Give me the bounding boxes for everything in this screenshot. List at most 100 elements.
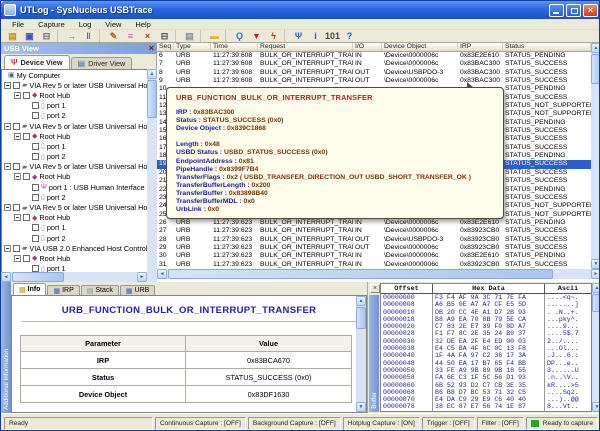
column-header-seq[interactable]: Seq [157,43,174,51]
checkbox[interactable] [32,143,39,150]
tree-item[interactable]: ◆ Root Hub [2,213,147,223]
column-header-irp[interactable]: IRP [458,43,503,51]
checkbox[interactable] [23,214,30,221]
toolbar-button[interactable]: ▤ [5,30,20,42]
tree-hscrollbar[interactable]: ◄ ► [1,272,147,282]
toolbar-button[interactable] [175,30,179,42]
toolbar-button[interactable] [57,30,61,42]
tree-item[interactable]: ▯ port 1 [2,223,147,233]
toolbar-button[interactable] [99,30,103,42]
toolbar-button[interactable]: × [140,30,155,42]
expander-icon[interactable] [4,163,11,170]
toolbar-button[interactable]: ϟ [266,30,281,42]
toolbar-button[interactable] [225,30,229,42]
info-tab[interactable]: ▦ URB [120,285,155,295]
expander-icon[interactable] [4,123,11,130]
toolbar-button[interactable]: i [308,30,323,42]
table-hscrollbar[interactable]: ◄ ► [157,269,600,279]
toolbar-button[interactable]: ⊟ [157,30,172,42]
tree-item[interactable]: ◆ Root Hub [2,90,147,100]
toolbar-button[interactable]: ‖ [81,30,96,42]
buffer-close-icon[interactable]: × [370,284,380,293]
side-tab-buffer[interactable]: Buffer [369,295,379,412]
minimize-button[interactable] [549,4,564,17]
table-row[interactable]: 28 URB 11:27:39:623 BULK_OR_INTERRUPT_TR… [157,236,591,244]
hex-vscrollbar[interactable]: ▲ ▼ [592,283,600,412]
table-row[interactable]: 7 URB 11:27:39:608 BULK_OR_INTERRUPT_TRA… [157,60,591,68]
table-row[interactable]: 9 URB 11:27:39:608 BULK_OR_INTERRUPT_TRA… [157,77,591,85]
tree-item[interactable]: ◆ Root Hub [2,253,147,263]
expander-icon[interactable] [14,255,21,262]
tree-item[interactable]: ▯ port 1 [2,141,147,151]
toolbar-button[interactable]: ▣ [22,30,37,42]
column-header-device[interactable]: Device Object [382,43,458,51]
tree-item[interactable]: ▰ VIA Rev 5 or later USB Universal Host … [2,162,147,172]
toolbar-button[interactable]: ▼ [249,30,264,42]
checkbox[interactable] [13,82,20,89]
tree-item[interactable]: ▯ port 1 [2,101,147,111]
tree-item[interactable]: ▰ VIA Rev 5 or later USB Universal Host … [2,121,147,131]
checkbox[interactable] [13,245,20,252]
table-row[interactable]: 6 URB 11:27:39:608 BULK_OR_INTERRUPT_TRA… [157,52,591,60]
column-header-request[interactable]: Request [258,43,353,51]
expander-icon[interactable] [14,214,21,221]
checkbox[interactable] [23,133,30,140]
toolbar-button[interactable]: ≡ [123,30,138,42]
checkbox[interactable] [13,204,20,211]
checkbox[interactable] [32,153,39,160]
table-row[interactable]: 8 URB 11:27:39:608 BULK_OR_INTERRUPT_TRA… [157,69,591,77]
checkbox[interactable] [32,184,39,191]
restore-button[interactable] [566,4,581,17]
table-row[interactable]: 26 URB 11:27:39:623 BULK_OR_INTERRUPT_TR… [157,219,591,227]
toolbar-button[interactable]: ⊟ [39,30,54,42]
menu-item[interactable]: Capture [31,20,72,29]
usb-view-tab[interactable]: Ψ Device View [4,55,70,69]
checkbox[interactable] [32,194,39,201]
tree-item[interactable]: ▰ VIA USB 2.0 Enhanced Host Controller [2,243,147,253]
table-row[interactable]: 27 URB 11:27:39:623 BULK_OR_INTERRUPT_TR… [157,227,591,235]
toolbar-button[interactable]: → [64,30,79,42]
checkbox[interactable] [23,255,30,262]
table-row[interactable]: 30 URB 11:27:39:623 BULK_OR_INTERRUPT_TR… [157,252,591,260]
column-header-status[interactable]: Status [503,43,591,51]
toolbar-button[interactable]: ? [342,30,357,42]
checkbox[interactable] [23,92,30,99]
side-tab-additional-information[interactable]: Additional Information [1,282,11,413]
tree-item[interactable]: Ψ port 1 : USB Human Interface D [2,182,147,192]
checkbox[interactable] [23,173,30,180]
tree-item[interactable]: ◆ Root Hub [2,131,147,141]
checkbox[interactable] [32,224,39,231]
tree-item[interactable]: ▰ VIA Rev 5 or later USB Universal Host … [2,80,147,90]
tree-vscrollbar[interactable]: ▲ ▼ [147,69,157,314]
checkbox[interactable] [32,235,39,242]
toolbar-button[interactable] [284,30,288,42]
usb-view-tab[interactable]: ▤ Driver View [71,57,133,69]
menu-item[interactable]: File [5,20,31,29]
tree-item[interactable]: ▰ VIA Rev 5 or later USB Universal Host … [2,202,147,212]
toolbar-button[interactable]: ✎ [106,30,121,42]
checkbox[interactable] [32,112,39,119]
tree-item[interactable]: ▯ port 2 [2,152,147,162]
checkbox[interactable] [13,163,20,170]
table-vscrollbar[interactable]: ▲ ▼ [591,43,600,269]
menu-item[interactable]: Help [128,20,157,29]
tree-item[interactable]: ▯ port 2 [2,111,147,121]
toolbar-button[interactable]: Ϙ [232,30,247,42]
tree-item[interactable]: ▯ port 2 [2,233,147,243]
checkbox[interactable] [13,123,20,130]
expander-icon[interactable] [4,245,11,252]
close-button[interactable]: × [583,4,598,17]
table-row[interactable]: 29 URB 11:27:39:623 BULK_OR_INTERRUPT_TR… [157,244,591,252]
toolbar-button[interactable]: ▬ [207,30,222,42]
column-header-io[interactable]: I/O [353,43,382,51]
menu-item[interactable]: View [98,20,128,29]
expander-icon[interactable] [14,92,21,99]
expander-icon[interactable] [14,173,21,180]
toolbar-button[interactable] [200,30,204,42]
toolbar-button[interactable]: 101 [325,30,340,42]
toolbar-button[interactable]: ▤ [182,30,197,42]
menu-item[interactable]: Log [72,20,99,29]
info-vscrollbar[interactable]: ▲ ▼ [356,296,366,412]
panel-close-icon[interactable]: × [149,44,154,53]
column-header-time[interactable]: Time [211,43,258,51]
